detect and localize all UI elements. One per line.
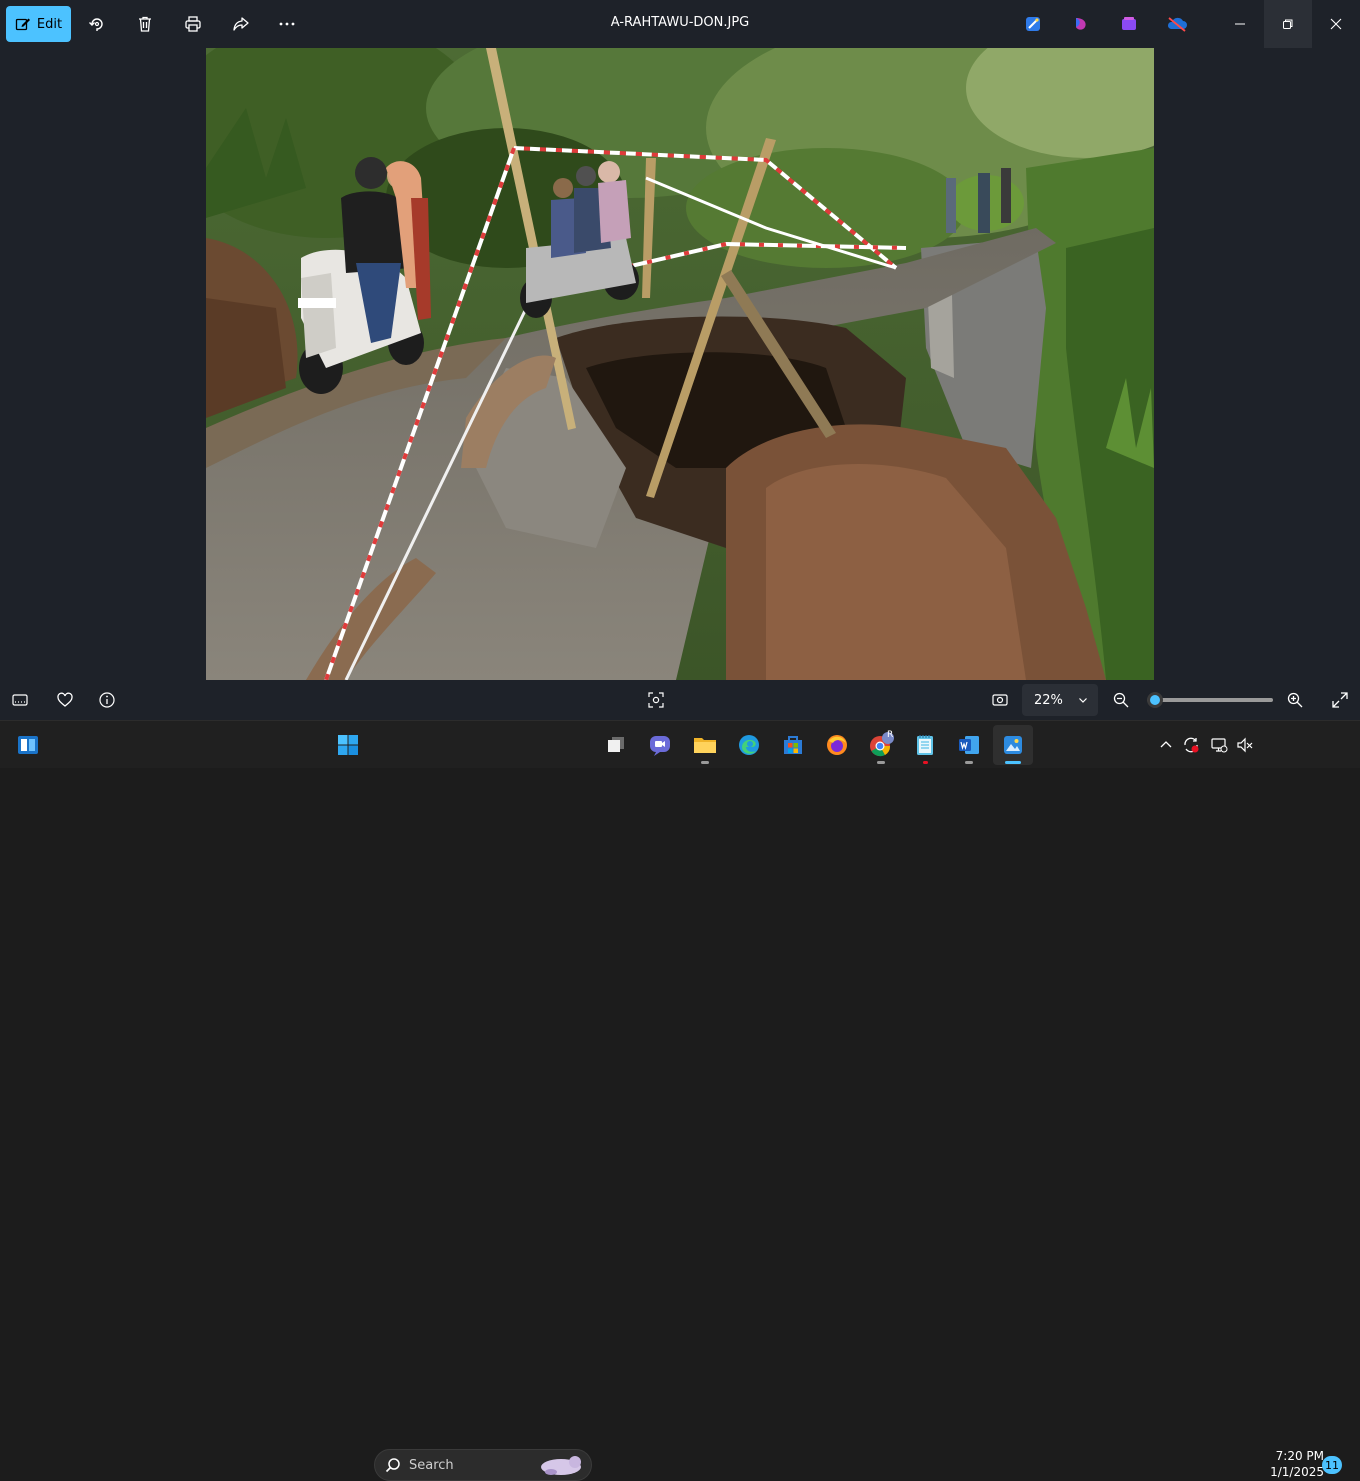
word-icon (959, 736, 979, 754)
attention-indicator (923, 761, 928, 764)
teams-button[interactable] (640, 725, 680, 765)
clock-time: 7:20 PM (1275, 1449, 1324, 1463)
widgets-button[interactable] (8, 725, 48, 765)
more-icon[interactable] (275, 12, 299, 36)
network-icon (1211, 738, 1228, 753)
filmstrip-icon[interactable] (8, 688, 32, 712)
photos-app-window: Edit A-RAHTAWU-DON.JPG 22% (0, 0, 1360, 720)
close-button[interactable] (1312, 0, 1360, 48)
folder-icon (694, 738, 716, 753)
print-icon[interactable] (181, 12, 205, 36)
network-tray-button[interactable] (1206, 725, 1232, 765)
info-icon[interactable] (95, 688, 119, 712)
active-indicator (1005, 761, 1021, 764)
chevron-down-icon (1079, 698, 1087, 703)
start-button[interactable] (328, 725, 368, 765)
edge-icon (739, 735, 759, 755)
clock[interactable]: 7:20 PM 1/1/2025 (1262, 1448, 1324, 1480)
delete-icon[interactable] (133, 12, 157, 36)
zoom-out-icon[interactable] (1109, 688, 1133, 712)
chrome-button[interactable]: R (861, 725, 901, 765)
running-indicator (965, 761, 973, 764)
running-indicator (701, 761, 709, 764)
edit-label: Edit (36, 16, 63, 32)
search-icon (385, 1458, 400, 1473)
sync-tray-button[interactable] (1178, 725, 1204, 765)
task-view-icon (608, 737, 624, 752)
rotate-icon[interactable] (85, 12, 109, 36)
notification-badge[interactable]: 11 (1322, 1456, 1342, 1474)
show-hidden-icons-button[interactable] (1154, 725, 1178, 765)
edit-button[interactable]: Edit (6, 6, 71, 42)
fullscreen-icon[interactable] (1328, 688, 1352, 712)
restore-button[interactable] (1264, 0, 1312, 48)
edit-icon (15, 18, 30, 31)
running-indicator (877, 761, 885, 764)
chrome-profile-badge: R (887, 730, 894, 740)
taskbar: Search R 7:20 PM 1/1/2025 11 (0, 720, 1360, 1481)
task-view-button[interactable] (596, 725, 636, 765)
onedrive-icon[interactable] (1165, 12, 1189, 36)
zoom-slider-thumb[interactable] (1147, 692, 1163, 708)
search-highlight-icon (541, 1456, 581, 1475)
teams-icon (650, 736, 670, 756)
chevron-up-icon (1160, 741, 1172, 748)
clipchamp-icon[interactable] (1069, 12, 1093, 36)
volume-tray-button[interactable] (1232, 725, 1258, 765)
sync-icon (1184, 737, 1199, 753)
notepad-icon (917, 735, 933, 755)
zoom-slider[interactable] (1147, 698, 1273, 702)
photo-image[interactable] (206, 48, 1154, 680)
photos-button[interactable] (993, 725, 1033, 765)
file-explorer-button[interactable] (685, 725, 725, 765)
minimize-button[interactable] (1216, 0, 1264, 48)
zoom-in-icon[interactable] (1283, 688, 1307, 712)
widgets-icon (18, 736, 38, 754)
close-icon (1330, 18, 1342, 30)
edge-button[interactable] (729, 725, 769, 765)
title-bar: Edit A-RAHTAWU-DON.JPG (0, 0, 1360, 48)
photos-icon (1004, 736, 1022, 754)
store-button[interactable] (773, 725, 813, 765)
volume-muted-icon (1237, 737, 1253, 753)
notepad-button[interactable] (905, 725, 945, 765)
restore-icon (1283, 19, 1293, 29)
favorite-icon[interactable] (53, 688, 77, 712)
search-placeholder: Search (409, 1457, 454, 1473)
firefox-icon (827, 735, 847, 755)
taskbar-search[interactable]: Search (374, 1449, 592, 1481)
zoom-value: 22% (1034, 692, 1063, 708)
store-icon (784, 736, 802, 754)
generative-icon[interactable] (1117, 12, 1141, 36)
clock-date: 1/1/2025 (1270, 1465, 1324, 1479)
share-icon[interactable] (229, 12, 253, 36)
visual-search-icon[interactable] (644, 688, 668, 712)
word-button[interactable] (949, 725, 989, 765)
designer-icon[interactable] (1021, 12, 1045, 36)
firefox-button[interactable] (817, 725, 857, 765)
windows-icon (338, 735, 358, 755)
zoom-dropdown[interactable]: 22% (1022, 684, 1098, 716)
minimize-icon (1235, 23, 1245, 25)
fit-to-window-icon[interactable] (988, 688, 1012, 712)
